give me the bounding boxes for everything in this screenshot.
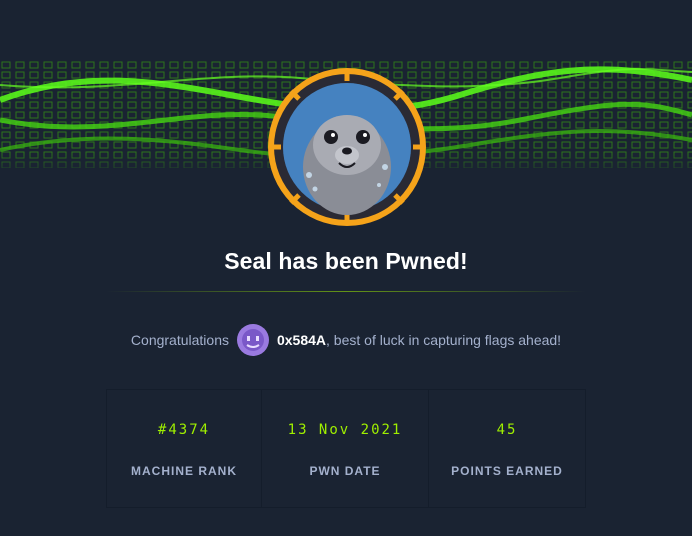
congrats-suffix: , best of luck in capturing flags ahead! [326, 332, 562, 348]
stat-value: #4374 [157, 422, 211, 438]
divider [106, 291, 586, 292]
page-title: Seal has been Pwned! [224, 248, 468, 274]
seal-machine-avatar-icon [268, 68, 426, 226]
user-avatar[interactable] [236, 324, 269, 356]
user-avatar-icon [236, 324, 269, 356]
stat-points-earned: 45 POINTS EARNED [429, 390, 585, 507]
stat-label: PWN DATE [309, 464, 381, 478]
stat-label: MACHINE RANK [131, 464, 237, 478]
machine-badge [267, 67, 427, 227]
stat-machine-rank: #4374 MACHINE RANK [107, 390, 262, 507]
stat-value: 45 [496, 422, 518, 438]
stat-pwn-date: 13 Nov 2021 PWN DATE [262, 390, 429, 507]
username-link[interactable]: 0x584A [277, 332, 326, 348]
congratulations-message: Congratulations 0x584A , best of luck in… [0, 324, 692, 356]
stat-label: POINTS EARNED [451, 464, 563, 478]
stat-value: 13 Nov 2021 [287, 422, 403, 438]
congrats-prefix: Congratulations [130, 332, 229, 348]
stats-panel: #4374 MACHINE RANK 13 Nov 2021 PWN DATE … [106, 389, 586, 508]
